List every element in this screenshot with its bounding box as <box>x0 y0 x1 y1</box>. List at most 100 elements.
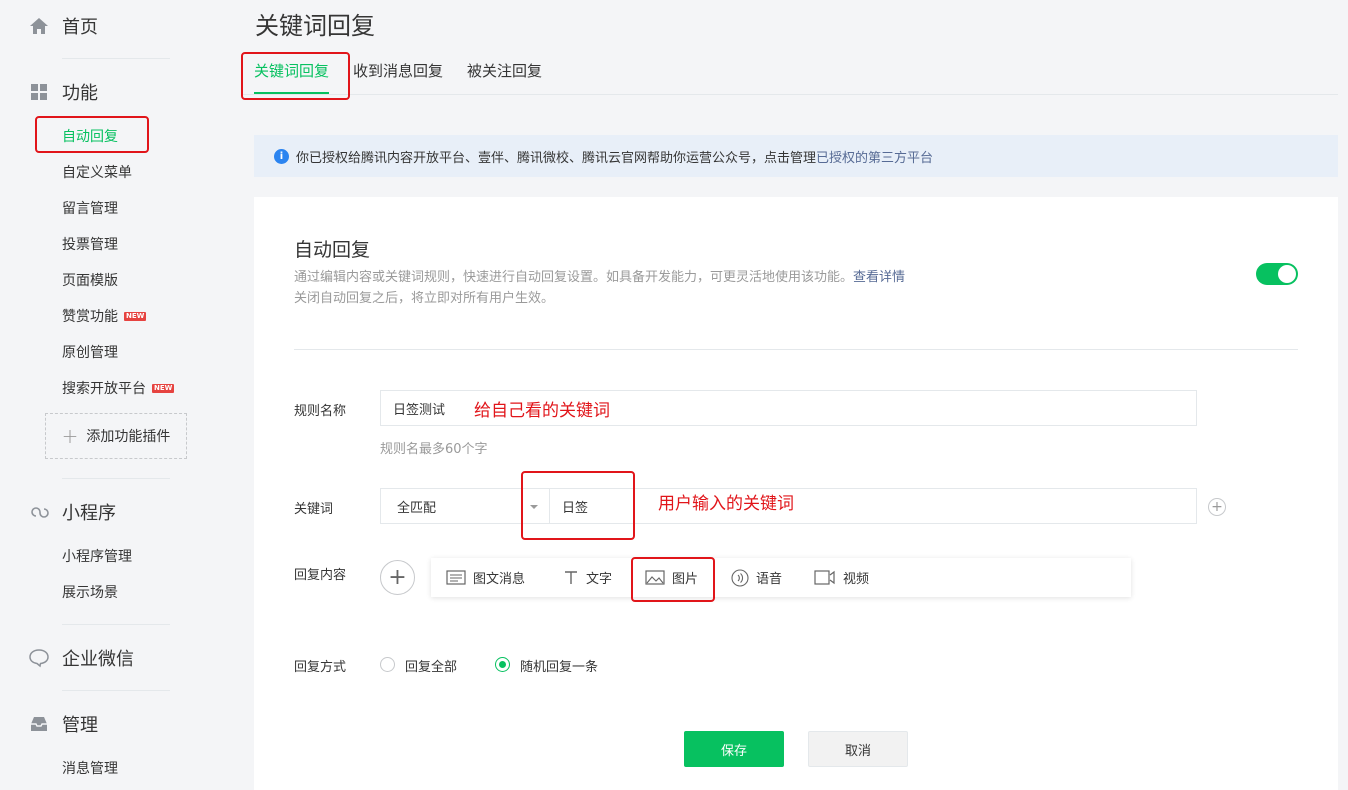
chat-bubble-icon <box>28 647 50 669</box>
keyword-value: 日签 <box>562 500 589 516</box>
sidebar-item-custom-menu[interactable]: 自定义菜单 <box>62 162 132 182</box>
match-mode-value: 全匹配 <box>397 500 437 516</box>
sidebar-section-miniprogram[interactable]: 小程序 <box>28 499 116 525</box>
tab-bar: 关键词回复 收到消息回复 被关注回复 <box>254 60 566 94</box>
voice-icon <box>731 568 749 587</box>
reply-mode-label: 回复方式 <box>294 660 347 675</box>
auth-notice-banner: i 你已授权给腾讯内容开放平台、壹伴、腾讯微校、腾讯云官网帮助你运营公众号，点击… <box>254 135 1338 177</box>
sidebar-item-message-manage[interactable]: 消息管理 <box>62 758 118 778</box>
sidebar-miniprogram-label: 小程序 <box>62 503 116 524</box>
sidebar-item-label: 留言管理 <box>62 201 118 217</box>
sidebar-item-label: 搜索开放平台 <box>62 381 146 397</box>
sidebar-divider <box>62 624 170 625</box>
reply-type-voice[interactable]: 语音 <box>731 568 782 587</box>
sidebar-section-features[interactable]: 功能 <box>28 79 98 105</box>
sidebar-item-miniprogram-manage[interactable]: 小程序管理 <box>62 546 132 566</box>
sidebar: 首页 功能 自动回复 自定义菜单 留言管理 投票管理 页面模版 赞赏功能 NEW … <box>0 0 205 790</box>
rule-name-label: 规则名称 <box>294 404 347 419</box>
rule-name-value: 日签测试 <box>393 402 446 418</box>
plus-icon: + <box>61 424 79 448</box>
reply-type-text[interactable]: 文字 <box>563 568 612 587</box>
sidebar-item-label: 原创管理 <box>62 345 118 361</box>
sidebar-item-display-scenes[interactable]: 展示场景 <box>62 582 118 602</box>
video-icon <box>814 570 836 585</box>
reply-type-image[interactable]: 图片 <box>645 568 698 587</box>
card-desc-line1: 通过编辑内容或关键词规则，快速进行自动回复设置。如具备开发能力，可更灵活地使用该… <box>294 270 854 285</box>
reply-type-label: 文字 <box>586 572 613 587</box>
reply-type-label: 图文消息 <box>473 572 526 587</box>
match-mode-select[interactable]: 全匹配 <box>380 488 550 524</box>
page-title: 关键词回复 <box>255 12 375 40</box>
tabs-divider <box>243 94 1338 95</box>
annotation-rule-name-note: 给自己看的关键词 <box>474 401 610 421</box>
reply-type-video[interactable]: 视频 <box>814 568 869 587</box>
text-icon <box>563 570 579 585</box>
cancel-button[interactable]: 取消 <box>808 731 908 767</box>
sidebar-item-label: 赞赏功能 <box>62 309 118 325</box>
radio-random-reply[interactable] <box>495 657 510 672</box>
sidebar-item-rewards[interactable]: 赞赏功能 NEW <box>62 306 147 326</box>
reply-type-bar: 图文消息 文字 图片 语音 视频 <box>431 558 1131 597</box>
home-icon <box>28 15 50 37</box>
news-icon <box>446 570 466 585</box>
sidebar-divider <box>62 690 170 691</box>
reply-content-label: 回复内容 <box>294 568 347 583</box>
sidebar-item-label: 消息管理 <box>62 761 118 777</box>
new-badge: NEW <box>152 383 175 393</box>
add-plugin-label: 添加功能插件 <box>86 429 171 445</box>
miniprogram-icon <box>28 501 50 523</box>
card-description: 通过编辑内容或关键词规则，快速进行自动回复设置。如具备开发能力，可更灵活地使用该… <box>294 267 905 309</box>
sidebar-item-votes[interactable]: 投票管理 <box>62 234 118 254</box>
tab-message-reply[interactable]: 收到消息回复 <box>353 60 443 94</box>
app-root: 首页 功能 自动回复 自定义菜单 留言管理 投票管理 页面模版 赞赏功能 NEW … <box>0 0 1348 790</box>
annotation-keyword-note: 用户输入的关键词 <box>658 494 794 514</box>
inbox-icon <box>28 713 50 735</box>
sidebar-section-manage[interactable]: 管理 <box>28 711 98 737</box>
sidebar-features-label: 功能 <box>62 83 98 104</box>
sidebar-item-page-templates[interactable]: 页面模版 <box>62 270 118 290</box>
sidebar-divider <box>62 478 170 479</box>
sidebar-item-label: 页面模版 <box>62 273 118 289</box>
sidebar-item-label: 自动回复 <box>62 129 118 145</box>
rule-name-hint: 规则名最多60个字 <box>380 442 488 457</box>
radio-reply-all[interactable] <box>380 657 395 672</box>
grid-icon <box>28 81 50 103</box>
reply-type-label: 图片 <box>672 572 699 587</box>
add-keyword-icon[interactable]: + <box>1208 498 1226 516</box>
sidebar-home-label: 首页 <box>62 17 98 38</box>
image-icon <box>645 570 665 585</box>
auto-reply-card: 自动回复 通过编辑内容或关键词规则，快速进行自动回复设置。如具备开发能力，可更灵… <box>254 197 1338 790</box>
sidebar-manage-label: 管理 <box>62 715 98 736</box>
sidebar-item-label: 投票管理 <box>62 237 118 253</box>
radio-reply-all-label: 回复全部 <box>405 660 458 675</box>
toggle-knob <box>1278 265 1296 283</box>
notice-text: 你已授权给腾讯内容开放平台、壹伴、腾讯微校、腾讯云官网帮助你运营公众号，点击管理 <box>296 150 817 166</box>
tab-follow-reply[interactable]: 被关注回复 <box>467 60 542 94</box>
save-button[interactable]: 保存 <box>684 731 784 767</box>
auto-reply-toggle[interactable] <box>1256 263 1298 285</box>
sidebar-item-originals[interactable]: 原创管理 <box>62 342 118 362</box>
sidebar-item-label: 自定义菜单 <box>62 165 132 181</box>
view-details-link[interactable]: 查看详情 <box>853 270 905 285</box>
authorized-platforms-link[interactable]: 已授权的第三方平台 <box>816 147 933 166</box>
keyword-label: 关键词 <box>294 502 334 517</box>
sidebar-item-search-platform[interactable]: 搜索开放平台 NEW <box>62 378 175 398</box>
sidebar-section-wecom[interactable]: 企业微信 <box>28 645 134 671</box>
add-plugin-button[interactable]: + 添加功能插件 <box>45 413 187 459</box>
sidebar-item-label: 小程序管理 <box>62 549 132 565</box>
sidebar-home[interactable]: 首页 <box>28 13 98 39</box>
sidebar-item-auto-reply[interactable]: 自动回复 <box>62 126 118 146</box>
card-divider <box>294 349 1298 350</box>
add-reply-button[interactable]: + <box>380 560 415 595</box>
keyword-input[interactable]: 日签 <box>549 488 1197 524</box>
reply-type-label: 语音 <box>756 572 783 587</box>
reply-type-label: 视频 <box>843 572 870 587</box>
sidebar-item-comments[interactable]: 留言管理 <box>62 198 118 218</box>
tab-keyword-reply[interactable]: 关键词回复 <box>254 60 330 94</box>
card-desc-line2: 关闭自动回复之后，将立即对所有用户生效。 <box>294 291 555 306</box>
card-title: 自动回复 <box>294 239 371 261</box>
new-badge: NEW <box>124 311 147 321</box>
sidebar-divider <box>62 58 170 59</box>
radio-random-reply-label: 随机回复一条 <box>520 660 599 675</box>
reply-type-news[interactable]: 图文消息 <box>446 568 525 587</box>
